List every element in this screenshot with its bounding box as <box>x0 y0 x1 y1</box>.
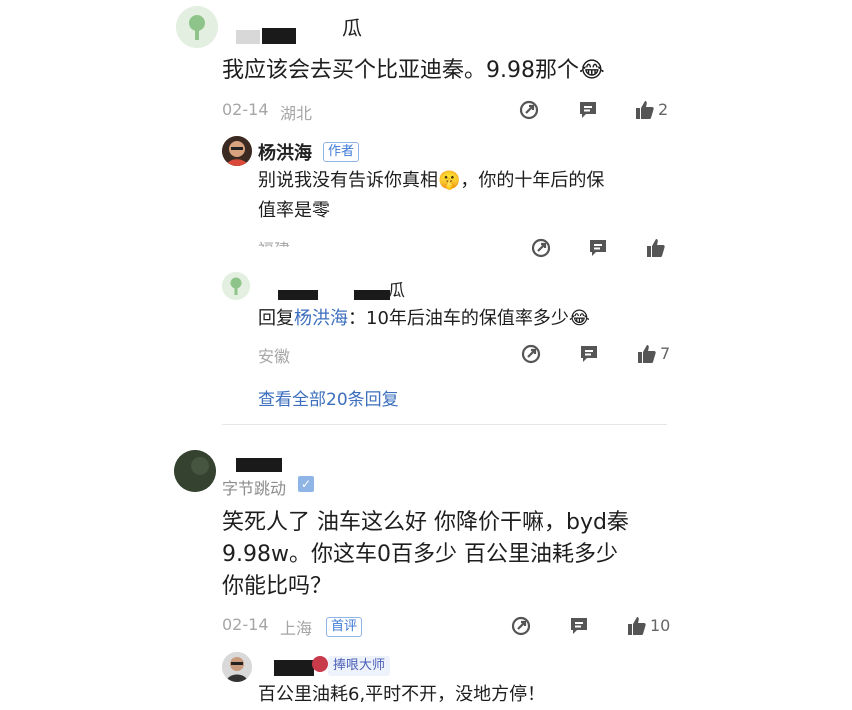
tree-icon <box>222 272 250 300</box>
reply-location: 安徽 <box>258 347 291 366</box>
like-count: 10 <box>650 616 671 635</box>
user-avatar[interactable] <box>176 6 218 48</box>
user-avatar[interactable] <box>222 652 252 682</box>
comment-location: 湖北 <box>280 104 313 123</box>
reply-to-user-link[interactable]: 杨洪海 <box>294 308 348 329</box>
author-badge: 作者 <box>323 142 360 162</box>
redacted-username <box>262 28 296 44</box>
share-icon[interactable] <box>520 343 542 365</box>
comment-icon[interactable] <box>587 237 609 259</box>
thumbs-up-icon[interactable] <box>645 237 667 259</box>
comment-icon[interactable] <box>568 615 590 637</box>
thumbs-up-icon[interactable] <box>634 99 656 121</box>
like-count: 7 <box>660 344 671 363</box>
reply-text-line1: 别说我没有告诉你真相🤫，你的十年后的保 <box>258 170 605 191</box>
person-photo-icon <box>222 652 252 682</box>
comment-location: 上海 <box>280 619 313 638</box>
comment-text-line1: 笑死人了 油车这么好 你降价干嘛，byd秦 <box>222 510 629 535</box>
reply-text-line2: 值率是零 <box>258 200 330 221</box>
reply-prefix: 回复 <box>258 308 294 329</box>
reply-location: 福建 <box>258 240 291 259</box>
username-tail: 瓜 <box>388 281 405 301</box>
view-all-replies-link[interactable]: 查看全部20条回复 <box>258 385 399 410</box>
comment-icon[interactable] <box>577 99 599 121</box>
comment-text: 我应该会去买个比亚迪秦。9.98那个😂 <box>222 58 605 83</box>
username-tail: 瓜 <box>342 16 362 40</box>
share-icon[interactable] <box>510 615 532 637</box>
nickname-badge: 捧哏大师 <box>328 656 391 676</box>
thumbs-up-icon[interactable] <box>636 343 658 365</box>
redacted-username <box>236 458 282 472</box>
verified-badge: ✓ <box>298 476 314 492</box>
author-name[interactable]: 杨洪海 <box>258 139 312 165</box>
user-avatar[interactable] <box>222 272 250 300</box>
comment-divider <box>222 424 667 425</box>
redacted-username <box>236 30 260 44</box>
redacted-username <box>274 660 314 676</box>
redacted-username <box>354 290 390 300</box>
comment-icon[interactable] <box>578 343 600 365</box>
author-avatar[interactable] <box>222 136 252 166</box>
like-count: 2 <box>658 100 669 119</box>
comment-text-line2: 9.98w。你这车0百多少 百公里油耗多少 <box>222 542 618 567</box>
nickname-badge-icon <box>312 656 328 672</box>
reply-text: 回复杨洪海：10年后油车的保值率多少😂 <box>258 304 590 334</box>
tree-icon <box>176 6 218 48</box>
person-photo-icon <box>222 136 252 166</box>
comment-date: 02-14 <box>222 615 269 634</box>
reply-text: 百公里油耗6,平时不开，没地方停！ <box>258 684 546 705</box>
thumbs-up-icon[interactable] <box>626 615 648 637</box>
user-org: 字节跳动 <box>222 479 287 498</box>
comment-text-line3: 你能比吗？ <box>222 574 333 599</box>
share-icon[interactable] <box>518 99 540 121</box>
reply-body: ：10年后油车的保值率多少😂 <box>348 308 590 329</box>
share-icon[interactable] <box>530 237 552 259</box>
redacted-username <box>278 290 318 300</box>
first-comment-badge: 首评 <box>326 617 363 637</box>
user-avatar[interactable] <box>174 450 216 492</box>
profile-photo-icon <box>174 450 216 492</box>
comment-date: 02-14 <box>222 100 269 119</box>
